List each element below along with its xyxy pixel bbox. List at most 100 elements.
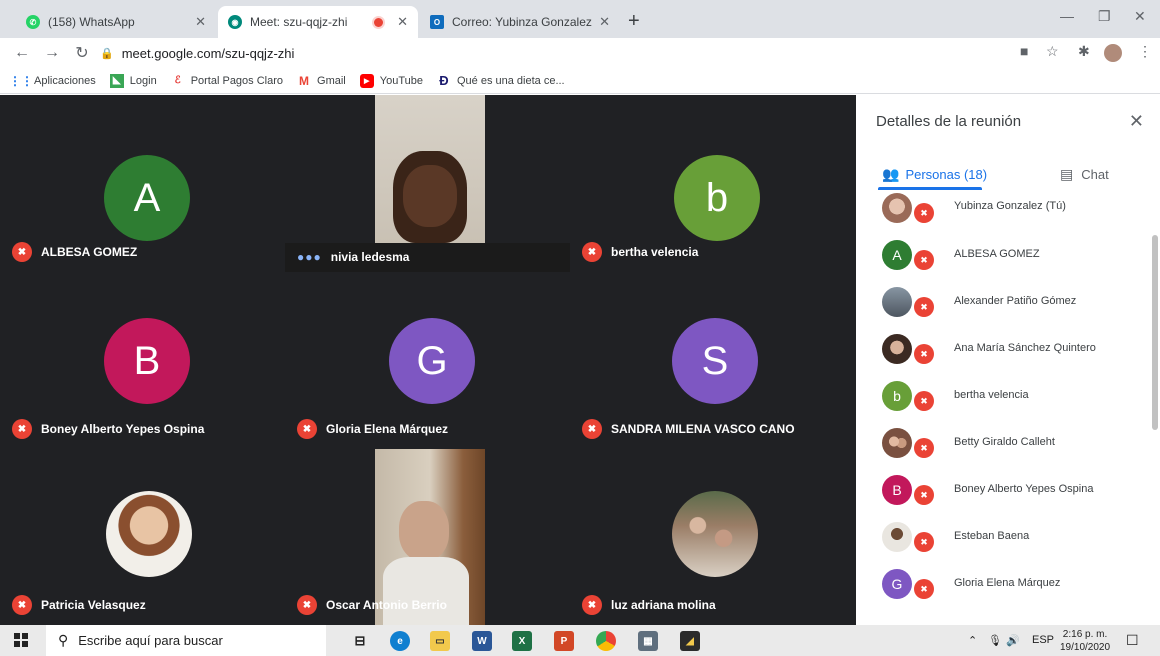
chevron-up-icon[interactable]: ⌃ bbox=[968, 634, 977, 647]
browser-toolbar: ← → ↻ 🔒 meet.google.com/szu-qqjz-zhi ■ ☆… bbox=[0, 38, 1160, 68]
participant-tile[interactable]: ●●● nivia ledesma bbox=[285, 95, 570, 272]
participant-name-label: ✖ Oscar Antonio Berrio bbox=[297, 595, 447, 615]
notifications-icon[interactable]: ☐ bbox=[1126, 632, 1139, 649]
bookmark-youtube[interactable]: ▶ YouTube bbox=[359, 73, 423, 88]
windows-start-icon[interactable] bbox=[14, 633, 28, 647]
chat-icon: ▤ bbox=[1060, 165, 1074, 182]
powerpoint-icon[interactable]: P bbox=[554, 631, 574, 651]
participant-avatar: b bbox=[674, 155, 760, 241]
calculator-icon[interactable]: ▦ bbox=[638, 631, 658, 651]
tab-whatsapp[interactable]: ✆ (158) WhatsApp ✕ bbox=[16, 6, 216, 38]
participant-name-label: ●●● nivia ledesma bbox=[297, 250, 409, 264]
edge-icon[interactable]: e bbox=[390, 631, 410, 651]
system-clock[interactable]: 2:16 p. m. 19/10/2020 bbox=[1060, 628, 1110, 654]
chrome-icon[interactable] bbox=[596, 631, 616, 651]
tab-chat-label: Chat bbox=[1081, 166, 1109, 182]
star-icon[interactable]: ☆ bbox=[1046, 43, 1059, 60]
extensions-icon[interactable]: ✱ bbox=[1078, 43, 1090, 60]
bookmark-login[interactable]: ◣ Login bbox=[109, 73, 157, 88]
task-view-icon[interactable]: ⊟ bbox=[350, 631, 370, 651]
participant-name-label: ✖ Boney Alberto Yepes Ospina bbox=[12, 419, 204, 439]
mic-off-icon: ✖ bbox=[297, 419, 317, 439]
tab-title: Correo: Yubinza Gonzalez Uribe · bbox=[452, 15, 593, 29]
participant-avatar: G bbox=[389, 318, 475, 404]
video-grid: A ✖ ALBESA GOMEZ ●●● nivia ledesma b ✖ b… bbox=[0, 95, 856, 625]
new-tab-button[interactable]: + bbox=[628, 10, 640, 33]
tab-meet[interactable]: ◉ Meet: szu-qqjz-zhi ✕ bbox=[218, 6, 418, 38]
excel-icon[interactable]: X bbox=[512, 631, 532, 651]
tab-people[interactable]: 👥 Personas (18) bbox=[882, 159, 987, 189]
mic-off-icon: ✖ bbox=[297, 595, 317, 615]
sticky-notes-icon[interactable]: ◢ bbox=[680, 631, 700, 651]
file-explorer-icon[interactable]: ▭ bbox=[430, 631, 450, 651]
tab-correo[interactable]: O Correo: Yubinza Gonzalez Uribe · ✕ bbox=[420, 6, 620, 38]
participant-row[interactable]: b ✖ bertha velencia bbox=[856, 379, 1152, 426]
word-icon[interactable]: W bbox=[472, 631, 492, 651]
forward-icon[interactable]: → bbox=[44, 44, 60, 62]
menu-icon[interactable]: ⋮ bbox=[1138, 43, 1152, 60]
participant-name: ALBESA GOMEZ bbox=[954, 248, 1040, 260]
restore-icon[interactable]: ❐ bbox=[1098, 8, 1111, 25]
mic-off-icon: ✖ bbox=[12, 595, 32, 615]
participant-name: Betty Giraldo Calleht bbox=[954, 436, 1055, 448]
bookmarks-bar: ⋮⋮ Aplicaciones ◣ Login ℰ Portal Pagos C… bbox=[0, 68, 1160, 94]
mic-off-icon: ✖ bbox=[914, 532, 934, 552]
url-text: meet.google.com/szu-qqjz-zhi bbox=[121, 45, 295, 61]
participant-row[interactable]: ✖ Ana María Sánchez Quintero bbox=[856, 332, 1152, 379]
mic-off-icon: ✖ bbox=[914, 391, 934, 411]
participant-tile[interactable]: A ✖ ALBESA GOMEZ bbox=[0, 95, 285, 272]
bookmark-claro[interactable]: ℰ Portal Pagos Claro bbox=[171, 74, 283, 88]
bookmark-gmail[interactable]: M Gmail bbox=[297, 74, 346, 88]
participant-row[interactable]: ✖ Yubinza Gonzalez (Tú) bbox=[856, 191, 1152, 238]
participant-photo bbox=[882, 334, 912, 364]
participant-row[interactable]: ✖ Alexander Patiño Gómez bbox=[856, 285, 1152, 332]
participant-name: Patricia Velasquez bbox=[41, 598, 146, 612]
camera-icon[interactable]: ■ bbox=[1020, 43, 1028, 59]
participant-tile[interactable]: S ✖ SANDRA MILENA VASCO CANO bbox=[570, 272, 855, 449]
panel-scrollbar[interactable] bbox=[1152, 235, 1158, 430]
participant-tile[interactable]: G ✖ Gloria Elena Márquez bbox=[285, 272, 570, 449]
close-panel-icon[interactable]: ✕ bbox=[1129, 111, 1144, 132]
mic-off-icon: ✖ bbox=[582, 242, 602, 262]
participant-tile[interactable]: b ✖ bertha velencia bbox=[570, 95, 855, 272]
participant-photo bbox=[882, 428, 912, 458]
participant-photo bbox=[882, 522, 912, 552]
taskbar-search[interactable]: ⚲ Escribe aquí para buscar bbox=[46, 625, 326, 656]
bookmark-dieta[interactable]: Ð Qué es una dieta ce... bbox=[437, 73, 564, 88]
participant-tile[interactable]: ✖ luz adriana molina bbox=[570, 449, 855, 625]
close-icon[interactable]: ✕ bbox=[397, 14, 408, 30]
profile-avatar[interactable] bbox=[1104, 44, 1122, 62]
participant-name: Alexander Patiño Gómez bbox=[954, 295, 1077, 307]
participant-row[interactable]: G ✖ Gloria Elena Márquez bbox=[856, 567, 1152, 614]
participant-name-label: ✖ Gloria Elena Márquez bbox=[297, 419, 448, 439]
participant-avatar: A bbox=[104, 155, 190, 241]
mic-off-icon: ✖ bbox=[914, 579, 934, 599]
participant-row[interactable]: A ✖ ALBESA GOMEZ bbox=[856, 238, 1152, 285]
address-bar[interactable]: 🔒 meet.google.com/szu-qqjz-zhi bbox=[100, 41, 1160, 65]
participant-tile[interactable]: ✖ Patricia Velasquez bbox=[0, 449, 285, 625]
participant-photo bbox=[672, 491, 758, 577]
back-icon[interactable]: ← bbox=[14, 44, 30, 62]
tab-chat[interactable]: ▤ Chat bbox=[1060, 159, 1109, 189]
volume-icon[interactable]: 🔊 bbox=[1006, 634, 1020, 647]
participant-photo bbox=[882, 193, 912, 223]
participant-tile[interactable]: B ✖ Boney Alberto Yepes Ospina bbox=[0, 272, 285, 449]
participant-list: ✖ Yubinza Gonzalez (Tú) A ✖ ALBESA GOMEZ… bbox=[856, 191, 1156, 625]
bookmark-aplicaciones[interactable]: ⋮⋮ Aplicaciones bbox=[9, 74, 96, 88]
participant-row[interactable]: ✖ Betty Giraldo Calleht bbox=[856, 426, 1152, 473]
clock-date: 19/10/2020 bbox=[1060, 642, 1111, 653]
participant-name: bertha velencia bbox=[954, 389, 1029, 401]
recording-indicator-icon bbox=[374, 17, 384, 27]
participant-row[interactable]: ✖ Esteban Baena bbox=[856, 520, 1152, 567]
close-icon[interactable]: ✕ bbox=[599, 14, 610, 30]
minimize-icon[interactable]: — bbox=[1060, 8, 1074, 24]
window-close-icon[interactable]: ✕ bbox=[1134, 8, 1146, 25]
microphone-icon[interactable]: 🎙 bbox=[988, 634, 1002, 647]
bookmark-label: YouTube bbox=[379, 74, 423, 87]
participant-row[interactable]: B ✖ Boney Alberto Yepes Ospina bbox=[856, 473, 1152, 520]
close-icon[interactable]: ✕ bbox=[195, 14, 206, 30]
participant-avatar: B bbox=[882, 475, 912, 505]
language-indicator[interactable]: ESP bbox=[1032, 634, 1054, 646]
participant-tile[interactable]: ✖ Oscar Antonio Berrio bbox=[285, 449, 570, 625]
reload-icon[interactable]: ↻ bbox=[74, 43, 90, 63]
